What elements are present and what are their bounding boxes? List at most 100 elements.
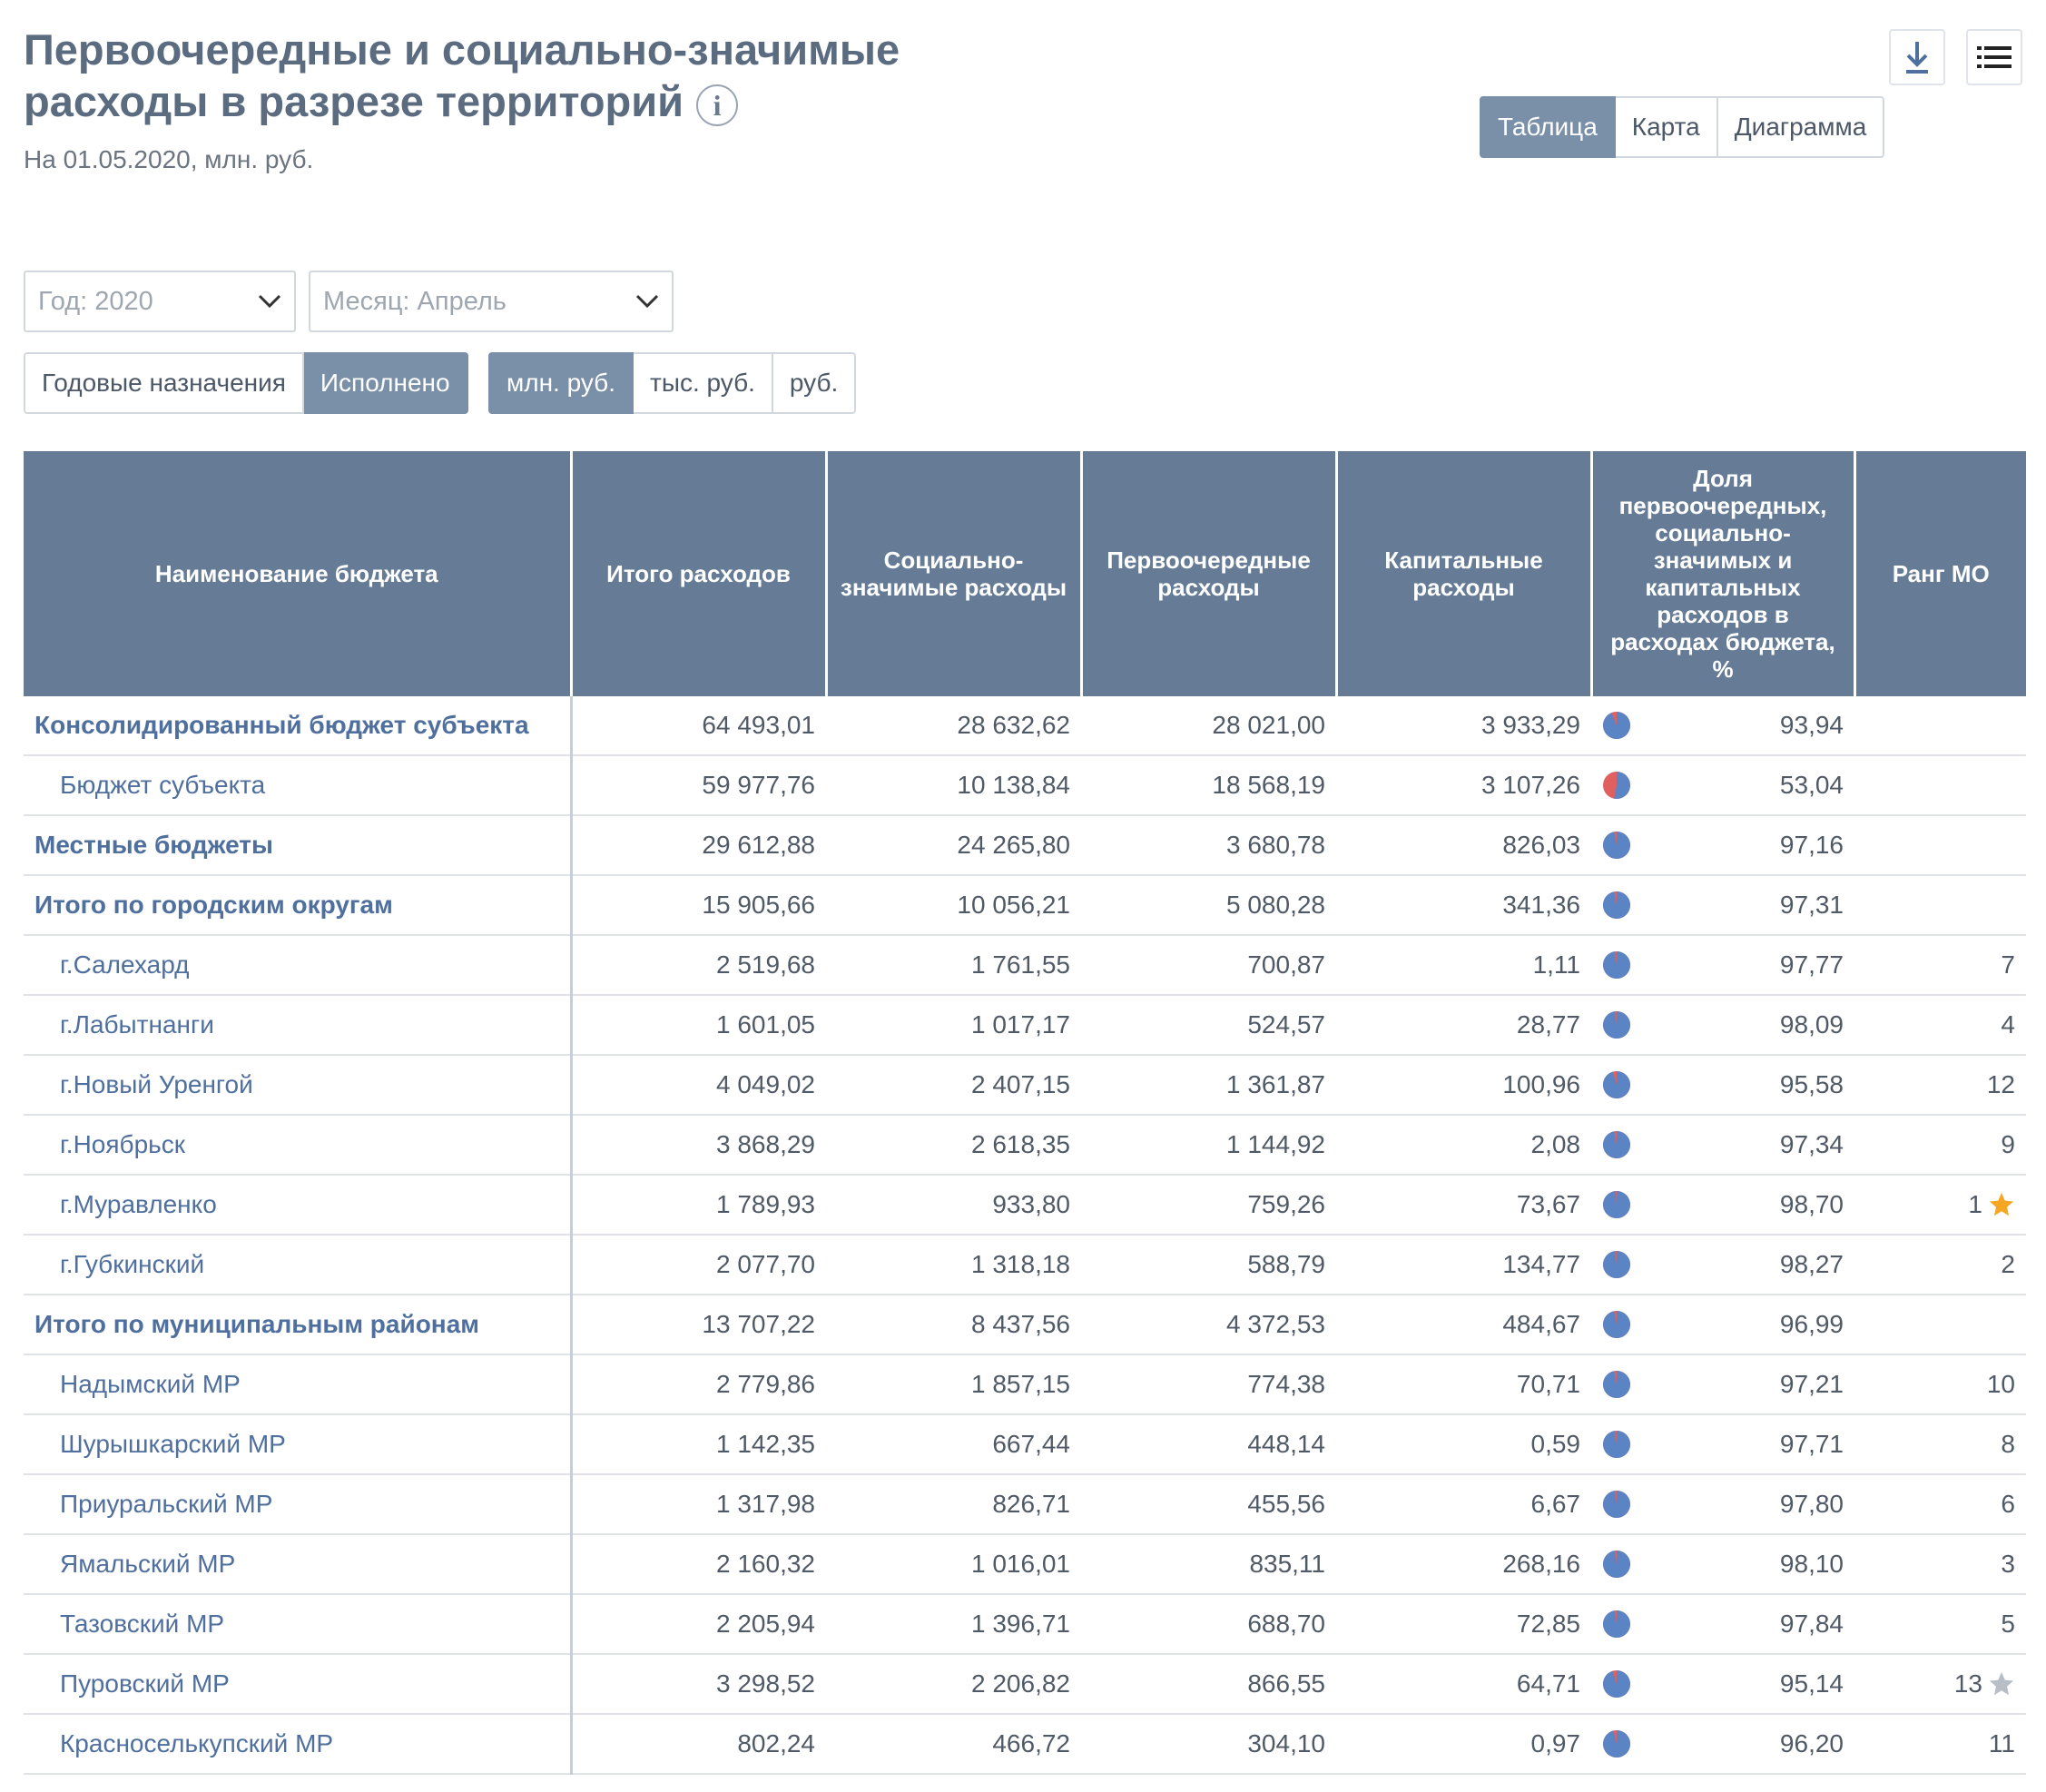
star-icon xyxy=(1989,1192,2014,1216)
tab-table[interactable]: Таблица xyxy=(1480,96,1616,158)
cell-share: 97,77 xyxy=(1591,935,1854,996)
cell-rank xyxy=(1854,875,2026,936)
table-row[interactable]: Шурышкарский МР 1 142,35 667,44 448,14 0,59 9… xyxy=(24,1414,2026,1475)
download-button[interactable] xyxy=(1889,29,1945,85)
cell-priority: 455,56 xyxy=(1081,1474,1336,1535)
cell-share: 53,04 xyxy=(1591,755,1854,816)
share-value: 98,27 xyxy=(1779,1250,1844,1278)
menu-button[interactable] xyxy=(1966,29,2022,85)
table-row[interactable]: г.Лабытнанги 1 601,05 1 017,17 524,57 28,77 9… xyxy=(24,995,2026,1056)
table-row[interactable]: г.Губкинский 2 077,70 1 318,18 588,79 134,77… xyxy=(24,1235,2026,1295)
budget-name-link[interactable]: Надымский МР xyxy=(24,1354,573,1415)
cell-rank: 2 xyxy=(1854,1235,2026,1295)
table-row[interactable]: Местные бюджеты 29 612,88 24 265,80 3 680,7… xyxy=(24,815,2026,876)
budget-name-link[interactable]: г.Муравленко xyxy=(24,1175,573,1236)
unit-mln-button[interactable]: млн. руб. xyxy=(488,352,634,414)
budget-name-link[interactable]: Итого по муниципальным районам xyxy=(24,1295,573,1355)
table-body: Консолидированный бюджет субъекта 64 493,… xyxy=(24,696,2026,1775)
tab-chart[interactable]: Диаграмма xyxy=(1717,96,1885,158)
cell-rank: 12 xyxy=(1854,1055,2026,1116)
table-row[interactable]: Надымский МР 2 779,86 1 857,15 774,38 70,71 9… xyxy=(24,1354,2026,1415)
cell-total: 64 493,01 xyxy=(571,696,826,756)
share-value: 97,71 xyxy=(1779,1430,1844,1458)
table-row[interactable]: г.Ноябрьск 3 868,29 2 618,35 1 144,92 2,08 97… xyxy=(24,1115,2026,1176)
budget-name-link[interactable]: Итого по городским округам xyxy=(24,875,573,936)
budget-name-link[interactable]: Красноселькупский МР xyxy=(24,1714,573,1775)
cell-priority: 304,10 xyxy=(1081,1714,1336,1775)
year-select[interactable]: Год: 2020 xyxy=(24,271,296,332)
budget-table: Наименование бюджета Итого расходов Соци… xyxy=(24,451,2026,1775)
cell-share: 97,80 xyxy=(1591,1474,1854,1535)
mode-annual-button[interactable]: Годовые назначения xyxy=(24,352,304,414)
table-row[interactable]: Консолидированный бюджет субъекта 64 493,… xyxy=(24,696,2026,756)
cell-priority: 1 144,92 xyxy=(1081,1115,1336,1176)
share-pie-icon xyxy=(1603,1311,1631,1338)
table-row[interactable]: г.Новый Уренгой 4 049,02 2 407,15 1 361,87 1… xyxy=(24,1055,2026,1116)
unit-thousand-button[interactable]: тыс. руб. xyxy=(634,352,773,414)
table-row[interactable]: г.Муравленко 1 789,93 933,80 759,26 73,67 98,… xyxy=(24,1175,2026,1236)
header-rank[interactable]: Ранг МО xyxy=(1854,451,2026,696)
table-row[interactable]: Ямальский МР 2 160,32 1 016,01 835,11 268,16… xyxy=(24,1534,2026,1595)
budget-name-link[interactable]: Шурышкарский МР xyxy=(24,1414,573,1475)
rank-value: 13 xyxy=(1953,1669,1982,1698)
cell-share: 96,99 xyxy=(1591,1295,1854,1355)
budget-name-link[interactable]: г.Салехард xyxy=(24,935,573,996)
budget-name-link[interactable]: Ямальский МР xyxy=(24,1534,573,1595)
month-select[interactable]: Месяц: Апрель xyxy=(309,271,674,332)
cell-capital: 3 933,29 xyxy=(1336,696,1591,756)
table-row[interactable]: Пуровский МР 3 298,52 2 206,82 866,55 64,71 9… xyxy=(24,1654,2026,1715)
table-row[interactable]: Красноселькупский МР 802,24 466,72 304,10 0,… xyxy=(24,1714,2026,1775)
tab-map[interactable]: Карта xyxy=(1615,96,1718,158)
mode-toggle: Годовые назначения Исполнено xyxy=(24,352,468,414)
cell-capital: 100,96 xyxy=(1336,1055,1591,1116)
share-value: 98,70 xyxy=(1779,1190,1844,1218)
cell-social: 10 138,84 xyxy=(826,755,1081,816)
cell-total: 1 789,93 xyxy=(571,1175,826,1236)
header-share[interactable]: Доля первоочередных, социально-значимых … xyxy=(1591,451,1856,696)
header-total[interactable]: Итого расходов xyxy=(571,451,828,696)
budget-name-link[interactable]: Тазовский МР xyxy=(24,1594,573,1655)
share-pie-icon xyxy=(1603,1551,1631,1578)
cell-total: 2 779,86 xyxy=(571,1354,826,1415)
cell-priority: 3 680,78 xyxy=(1081,815,1336,876)
share-value: 96,20 xyxy=(1779,1729,1844,1758)
cell-share: 97,31 xyxy=(1591,875,1854,936)
rank-value: 12 xyxy=(1986,1070,2015,1098)
cell-total: 4 049,02 xyxy=(571,1055,826,1116)
table-row[interactable]: Бюджет субъекта 59 977,76 10 138,84 18 568,… xyxy=(24,755,2026,816)
share-value: 97,77 xyxy=(1779,950,1844,979)
cell-rank: 13 xyxy=(1854,1654,2026,1715)
budget-name-link[interactable]: Бюджет субъекта xyxy=(24,755,573,816)
cell-capital: 484,67 xyxy=(1336,1295,1591,1355)
share-value: 96,99 xyxy=(1779,1310,1844,1338)
table-row[interactable]: г.Салехард 2 519,68 1 761,55 700,87 1,11 97,7… xyxy=(24,935,2026,996)
header-capital[interactable]: Капитальные расходы xyxy=(1336,451,1593,696)
month-select-value: Месяц: Апрель xyxy=(323,286,507,316)
mode-executed-button[interactable]: Исполнено xyxy=(303,352,468,414)
budget-name-link[interactable]: г.Лабытнанги xyxy=(24,995,573,1056)
share-value: 97,21 xyxy=(1779,1370,1844,1398)
table-row[interactable]: Тазовский МР 2 205,94 1 396,71 688,70 72,85 9… xyxy=(24,1594,2026,1655)
budget-name-link[interactable]: г.Ноябрьск xyxy=(24,1115,573,1176)
header-priority[interactable]: Первоочередные расходы xyxy=(1081,451,1338,696)
header-budget-name[interactable]: Наименование бюджета xyxy=(24,451,573,696)
budget-name-link[interactable]: Приуральский МР xyxy=(24,1474,573,1535)
cell-share: 98,10 xyxy=(1591,1534,1854,1595)
cell-priority: 4 372,53 xyxy=(1081,1295,1336,1355)
table-row[interactable]: Приуральский МР 1 317,98 826,71 455,56 6,67 9… xyxy=(24,1474,2026,1535)
budget-name-link[interactable]: г.Губкинский xyxy=(24,1235,573,1295)
unit-rub-button[interactable]: руб. xyxy=(772,352,857,414)
cell-total: 3 298,52 xyxy=(571,1654,826,1715)
table-row[interactable]: Итого по городским округам 15 905,66 10 05… xyxy=(24,875,2026,936)
table-row[interactable]: Итого по муниципальным районам 13 707,22 8… xyxy=(24,1295,2026,1355)
table-header-row: Наименование бюджета Итого расходов Соци… xyxy=(24,451,2026,696)
header-social[interactable]: Социально-значимые расходы xyxy=(826,451,1083,696)
budget-name-link[interactable]: Консолидированный бюджет субъекта xyxy=(24,696,573,756)
info-icon[interactable]: i xyxy=(696,84,739,126)
cell-priority: 774,38 xyxy=(1081,1354,1336,1415)
budget-name-link[interactable]: Пуровский МР xyxy=(24,1654,573,1715)
chevron-down-icon xyxy=(635,294,659,309)
budget-name-link[interactable]: Местные бюджеты xyxy=(24,815,573,876)
cell-share: 97,84 xyxy=(1591,1594,1854,1655)
budget-name-link[interactable]: г.Новый Уренгой xyxy=(24,1055,573,1116)
